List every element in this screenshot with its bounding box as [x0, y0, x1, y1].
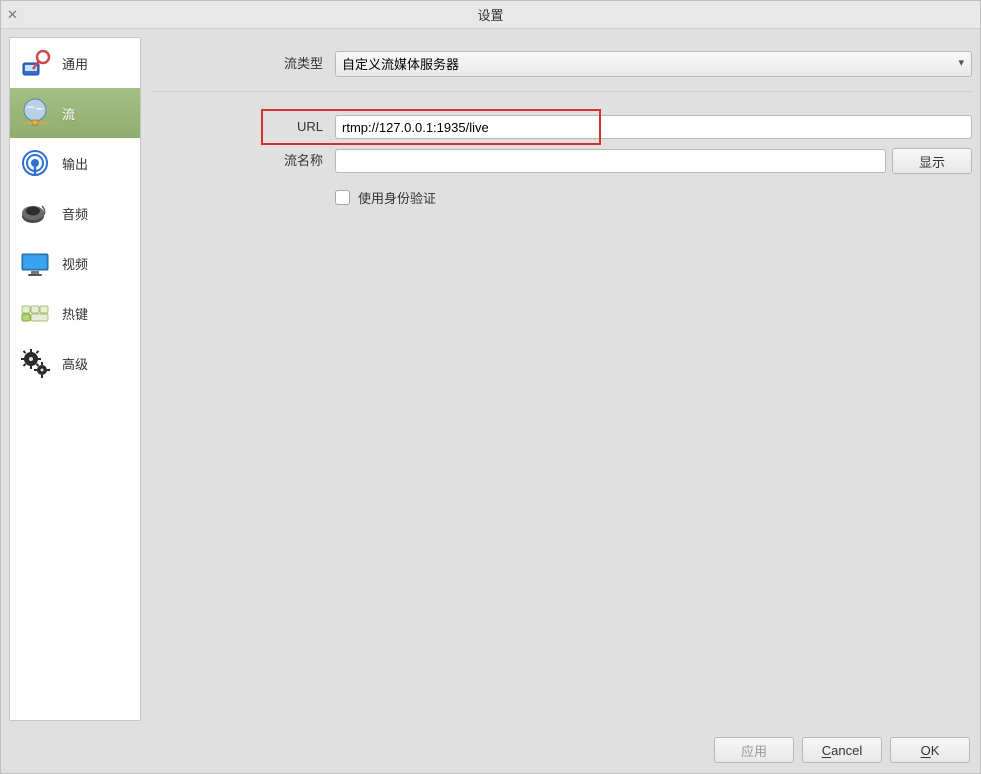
sidebar-item-hotkeys[interactable]: 热键 — [10, 288, 140, 338]
broadcast-icon — [18, 146, 52, 180]
sidebar-item-advanced[interactable]: 高级 — [10, 338, 140, 388]
body-area: 通用 流 — [1, 29, 980, 729]
speaker-icon — [18, 196, 52, 230]
globe-icon — [18, 96, 52, 130]
cogs-icon — [18, 346, 52, 380]
sidebar-item-output[interactable]: 输出 — [10, 138, 140, 188]
keyboard-icon — [18, 296, 52, 330]
sidebar-item-label: 输出 — [62, 154, 88, 173]
sidebar-item-label: 视频 — [62, 254, 88, 273]
use-auth-checkbox[interactable] — [335, 190, 350, 205]
sidebar-item-label: 通用 — [62, 54, 88, 73]
row-stream-type: 流类型 自定义流媒体服务器 — [151, 51, 972, 77]
show-button[interactable]: 显示 — [892, 148, 972, 174]
divider — [151, 91, 972, 92]
gear-icon — [18, 46, 52, 80]
dropdown-stream-type-wrap: 自定义流媒体服务器 — [335, 51, 972, 77]
label-stream-key: 流名称 — [151, 148, 329, 174]
sidebar-item-label: 音频 — [62, 204, 88, 223]
close-icon[interactable]: ✕ — [7, 8, 18, 21]
row-stream-key: 流名称 显示 — [151, 148, 972, 174]
label-stream-type: 流类型 — [151, 51, 329, 77]
label-use-auth: 使用身份验证 — [358, 188, 436, 207]
sidebar-item-label: 热键 — [62, 304, 88, 323]
url-input[interactable] — [335, 115, 972, 139]
settings-window: ✕ 设置 通用 — [0, 0, 981, 774]
dropdown-stream-type[interactable]: 自定义流媒体服务器 — [335, 51, 972, 77]
sidebar-item-general[interactable]: 通用 — [10, 38, 140, 88]
stream-key-input[interactable] — [335, 149, 886, 173]
titlebar: ✕ 设置 — [1, 1, 980, 29]
sidebar-item-label: 高级 — [62, 354, 88, 373]
cancel-button[interactable]: Cancel — [802, 737, 882, 763]
sidebar-item-audio[interactable]: 音频 — [10, 188, 140, 238]
sidebar-item-label: 流 — [62, 104, 75, 123]
row-url: URL — [151, 114, 972, 140]
sidebar-item-stream[interactable]: 流 — [10, 88, 140, 138]
label-url: URL — [151, 114, 329, 140]
sidebar: 通用 流 — [9, 37, 141, 721]
apply-button[interactable]: 应用 — [714, 737, 794, 763]
row-use-auth: 使用身份验证 — [335, 188, 972, 207]
monitor-icon — [18, 246, 52, 280]
button-bar: 应用 Cancel OK — [1, 729, 980, 773]
ok-button[interactable]: OK — [890, 737, 970, 763]
content-panel: 流类型 自定义流媒体服务器 URL 流名称 显示 使用身份验证 — [151, 37, 972, 721]
sidebar-item-video[interactable]: 视频 — [10, 238, 140, 288]
window-title: 设置 — [477, 5, 503, 24]
